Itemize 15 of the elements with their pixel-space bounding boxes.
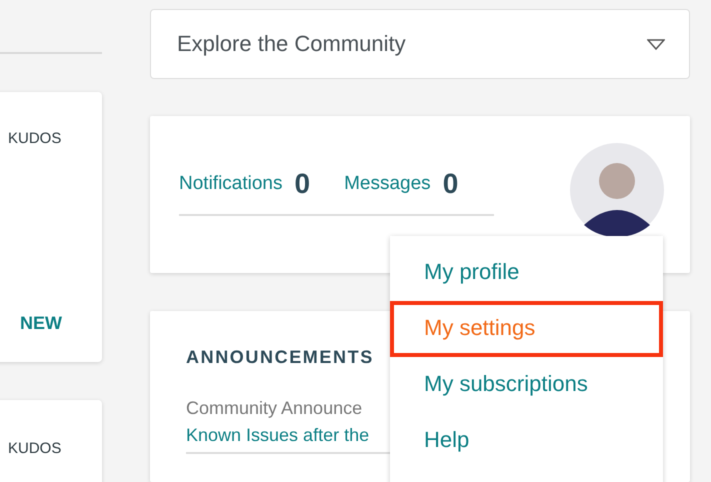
caret-icon bbox=[647, 38, 665, 50]
stat-count: 0 bbox=[442, 168, 458, 200]
menu-item[interactable]: My subscriptions bbox=[390, 357, 663, 413]
kudos-label: KUDOS bbox=[8, 130, 62, 147]
menu-item[interactable]: My settings bbox=[390, 301, 663, 357]
stat-link[interactable]: Notifications bbox=[179, 173, 282, 195]
announcements-heading: ANNOUNCEMENTS bbox=[186, 347, 375, 368]
stat-count: 0 bbox=[294, 168, 310, 200]
announcement-category: Community Announce bbox=[186, 398, 364, 419]
avatar-icon[interactable] bbox=[570, 143, 664, 237]
kudos-label: KUDOS bbox=[8, 440, 62, 457]
new-label: NEW bbox=[20, 313, 62, 334]
menu-item[interactable]: My profile bbox=[390, 245, 663, 301]
community-dropdown[interactable]: Explore the Community bbox=[150, 9, 690, 79]
stat-link[interactable]: Messages bbox=[344, 173, 431, 195]
